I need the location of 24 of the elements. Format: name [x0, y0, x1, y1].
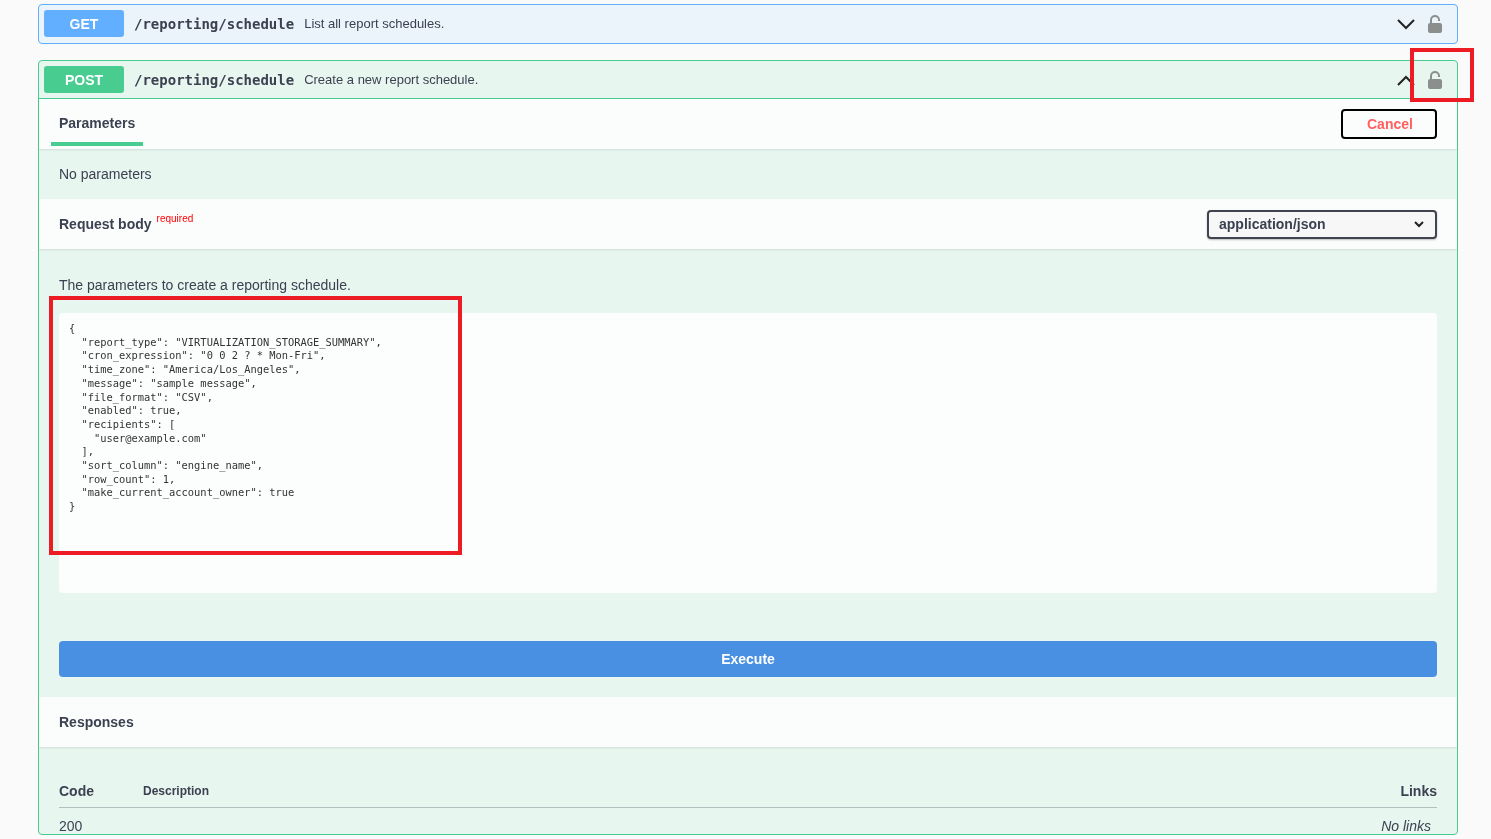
endpoint-description: List all report schedules. [304, 16, 445, 31]
content-type-select[interactable]: application/json [1207, 209, 1437, 239]
request-body-description: The parameters to create a reporting schedule. [59, 277, 352, 293]
operation-summary[interactable]: GET /reporting/schedule List all report schedules. [39, 5, 1457, 43]
request-body-editor[interactable]: { "report_type": "VIRTUALIZATION_STORAGE_SUMMARY", "cron_expression": "0 0 2 ? * Mon-Fri", "time_zone": "America/Los_Angeles", "message": "sample message", "file_format": "CSV", "enabled": true, "recipients": [ "user@example.com" ], "sort_column": "engine_name", "row_count": 1, "make_current_account_owner": true } [59, 313, 1437, 593]
chevron-icon[interactable] [1396, 17, 1416, 30]
parameters-tab[interactable]: Parameters [51, 99, 144, 146]
links-cell-text: No links [1381, 818, 1432, 834]
method-badge: GET [44, 10, 124, 37]
lock-icon[interactable] [1428, 70, 1442, 89]
response-code: 200 [59, 818, 84, 834]
endpoint-path: /reporting/schedule [134, 71, 295, 88]
request-body-title: Request body [59, 216, 152, 232]
lock-icon[interactable] [1428, 14, 1442, 33]
required-label: required [156, 213, 194, 224]
endpoint-path: /reporting/schedule [134, 15, 295, 32]
column-header: Code [59, 783, 95, 799]
chevron-icon [1413, 220, 1425, 228]
no-parameters-text: No parameters [59, 166, 152, 182]
responses-title: Responses [59, 714, 134, 730]
method-badge: POST [44, 66, 124, 93]
column-header: Links [1400, 783, 1437, 799]
column-header: Description [143, 784, 210, 798]
endpoint-description: Create a new report schedule. [304, 72, 479, 87]
